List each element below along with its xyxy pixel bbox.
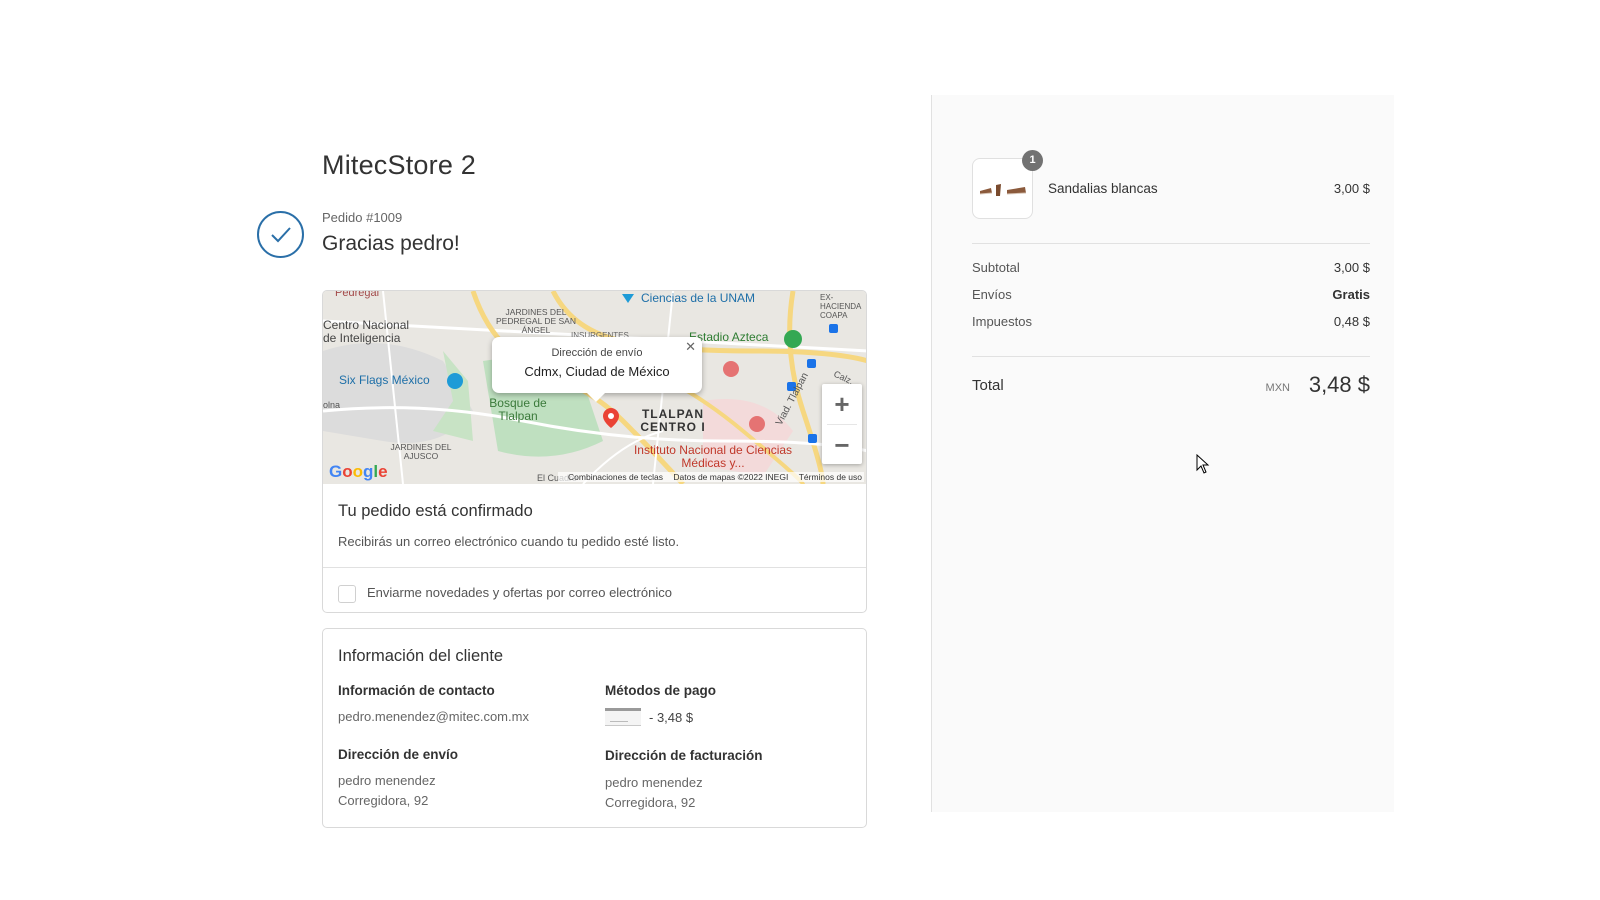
payment-method: - 3,48 $ <box>605 708 693 726</box>
map-data-attribution: Datos de mapas ©2022 INEGI <box>673 472 789 482</box>
map-popup-title: Dirección de envío <box>551 347 643 359</box>
order-number: Pedido #1009 <box>322 210 403 225</box>
confirmation-title: Tu pedido está confirmado <box>338 502 533 520</box>
shipping-value: Gratis <box>1332 287 1370 302</box>
map-label-centro-nacional: Centro Nacional de Inteligencia <box>323 319 410 345</box>
map-label-instituto: Instituto Nacional de Ciencias Médicas y… <box>633 444 793 470</box>
google-logo[interactable]: Google <box>329 462 388 482</box>
order-summary-sidebar: 1 Sandalias blancas 3,00 $ Subtotal 3,00… <box>931 95 1394 812</box>
map-label-bosque: Bosque de Tlalpan <box>489 397 547 423</box>
customer-info-card: Información del cliente Información de c… <box>322 628 867 828</box>
mouse-cursor-icon <box>1196 453 1210 479</box>
map-label-jardines-pedregal: JARDINES DEL PEDREGAL DE SAN ÁNGEL <box>496 308 576 335</box>
summary-divider <box>972 243 1370 244</box>
shipping-address-heading: Dirección de envío <box>338 747 459 762</box>
contact-heading: Información de contacto <box>338 683 495 698</box>
map-keyboard-shortcuts-link[interactable]: Combinaciones de teclas <box>568 472 663 482</box>
close-icon[interactable]: ✕ <box>685 339 696 355</box>
viewport: MitecStore 2 Pedido #1009 Gracias pedro! <box>0 0 1600 900</box>
store-name[interactable]: MitecStore 2 <box>322 150 476 181</box>
newsletter-checkbox[interactable] <box>338 585 356 603</box>
billing-street: Corregidora, 92 <box>605 795 696 810</box>
payment-heading: Métodos de pago <box>605 683 716 698</box>
card-divider <box>323 567 866 568</box>
summary-divider <box>972 356 1370 357</box>
map-label-tlalpan: TLALPAN CENTRO I <box>640 408 706 434</box>
total-value: 3,48 $ <box>1308 372 1370 397</box>
payment-amount: - 3,48 $ <box>649 709 694 725</box>
shipping-label: Envíos <box>972 287 1012 302</box>
map-label-jardines-ajusco: JARDINES DEL AJUSCO <box>390 443 452 461</box>
confirmation-text: Recibirás un correo electrónico cuando t… <box>338 534 680 549</box>
map-label-ex-hacienda: EX-HACIENDA COAPA <box>820 293 861 320</box>
shipping-street: Corregidora, 92 <box>338 793 429 808</box>
zoom-in-button[interactable]: + <box>822 384 862 424</box>
customer-info-title: Información del cliente <box>338 647 504 665</box>
order-main-column: MitecStore 2 Pedido #1009 Gracias pedro! <box>0 0 930 828</box>
newsletter-label[interactable]: Enviarme novedades y ofertas por correo … <box>367 585 672 600</box>
map-label-six-flags: Six Flags México <box>339 373 430 387</box>
shipping-name: pedro menendez <box>338 773 436 788</box>
billing-name: pedro menendez <box>605 775 703 790</box>
map-label-ciencias: Ciencias de la UNAM <box>641 291 755 305</box>
map-label-olna: olna <box>323 400 340 410</box>
map-terms-link[interactable]: Términos de uso <box>799 472 862 482</box>
product-name: Sandalias blancas <box>1048 181 1158 196</box>
order-confirmation-card: Pedregal Ciencias de la UNAM JARDINES DE… <box>322 290 867 613</box>
taxes-value: 0,48 $ <box>1333 314 1370 329</box>
map-zoom-controls: + − <box>822 384 862 464</box>
taxes-label: Impuestos <box>972 314 1032 329</box>
subtotal-label: Subtotal <box>972 260 1020 275</box>
credit-card-icon <box>605 708 641 726</box>
checkmark-icon <box>257 211 304 258</box>
billing-address-heading: Dirección de facturación <box>605 748 763 763</box>
map-info-window: ✕ Dirección de envío Cdmx, Ciudad de Méx… <box>492 337 702 402</box>
shipping-map[interactable]: Pedregal Ciencias de la UNAM JARDINES DE… <box>323 291 866 484</box>
map-footer: Combinaciones de teclas Datos de mapas ©… <box>558 472 864 482</box>
subtotal-value: 3,00 $ <box>1333 260 1370 275</box>
total-label: Total <box>972 377 1004 394</box>
quantity-badge: 1 <box>1022 150 1043 171</box>
product-price: 3,00 $ <box>1333 181 1370 196</box>
thanks-heading: Gracias pedro! <box>322 232 460 255</box>
map-label-pedregal: Pedregal <box>335 291 379 299</box>
contact-email: pedro.menendez@mitec.com.mx <box>338 709 529 724</box>
map-popup-city: Cdmx, Ciudad de México <box>524 364 670 379</box>
zoom-out-button[interactable]: − <box>822 425 862 465</box>
total-currency: MXN <box>1265 382 1290 394</box>
